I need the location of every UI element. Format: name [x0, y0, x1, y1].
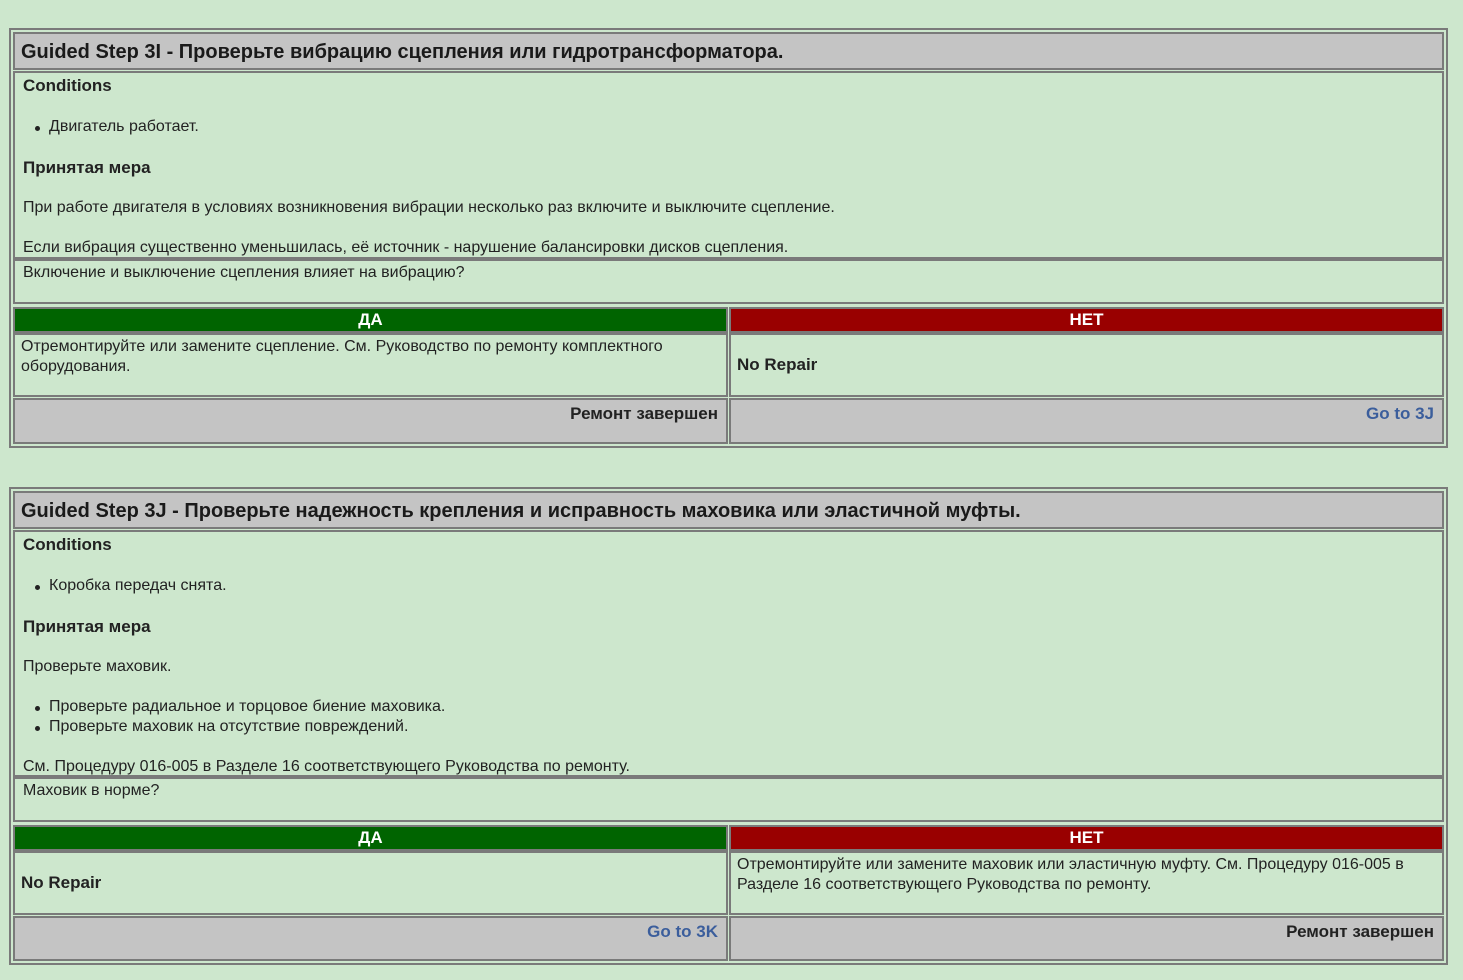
yes-result: Отремонтируйте или замените сцепление. С…: [13, 333, 728, 397]
condition-item: Коробка передач снята.: [35, 577, 227, 594]
yes-header: ДА: [13, 307, 728, 333]
no-header: НЕТ: [729, 307, 1444, 333]
action-note: См. Процедуру 016-005 в Разделе 16 соотв…: [23, 758, 630, 775]
step-title: Guided Step 3I - Проверьте вибрацию сцеп…: [13, 32, 1444, 70]
go-to-3j-link[interactable]: Go to 3J: [1366, 404, 1434, 423]
step-body: Conditions Коробка передач снята. Принят…: [13, 530, 1444, 777]
no-footer: Ремонт завершен: [729, 916, 1444, 961]
step-title: Guided Step 3J - Проверьте надежность кр…: [13, 491, 1444, 529]
action-heading: Принятая мера: [23, 617, 151, 636]
question-cell: Включение и выключение сцепления влияет …: [13, 259, 1444, 304]
conditions-heading: Conditions: [23, 76, 112, 95]
question-text: Маховик в норме?: [23, 782, 160, 799]
yes-header: ДА: [13, 825, 728, 851]
yes-footer: Ремонт завершен: [13, 398, 728, 444]
action-note: Если вибрация существенно уменьшилась, е…: [23, 239, 789, 256]
yes-result: No Repair: [13, 851, 728, 915]
no-header: НЕТ: [729, 825, 1444, 851]
action-paragraph: Проверьте маховик.: [23, 658, 172, 675]
question-cell: Маховик в норме?: [13, 777, 1444, 822]
no-result: Отремонтируйте или замените маховик или …: [729, 851, 1444, 915]
guided-step-3i: Guided Step 3I - Проверьте вибрацию сцеп…: [9, 28, 1448, 448]
guided-step-3j: Guided Step 3J - Проверьте надежность кр…: [9, 487, 1448, 965]
conditions-heading: Conditions: [23, 535, 112, 554]
repair-complete-label: Ремонт завершен: [1286, 922, 1434, 941]
yes-footer: Go to 3K: [13, 916, 728, 961]
action-heading: Принятая мера: [23, 158, 151, 177]
action-paragraph: При работе двигателя в условиях возникно…: [23, 199, 835, 216]
go-to-3k-link[interactable]: Go to 3K: [647, 922, 718, 941]
action-bullet: Проверьте радиальное и торцовое биение м…: [34, 698, 446, 715]
question-text: Включение и выключение сцепления влияет …: [23, 264, 465, 281]
step-body: Conditions Двигатель работает. Принятая …: [13, 71, 1444, 259]
condition-item: Двигатель работает.: [35, 118, 199, 135]
no-footer: Go to 3J: [729, 398, 1444, 444]
action-bullet: Проверьте маховик на отсутствие поврежде…: [34, 718, 409, 735]
no-result: No Repair: [729, 333, 1444, 397]
repair-complete-label: Ремонт завершен: [570, 404, 718, 423]
